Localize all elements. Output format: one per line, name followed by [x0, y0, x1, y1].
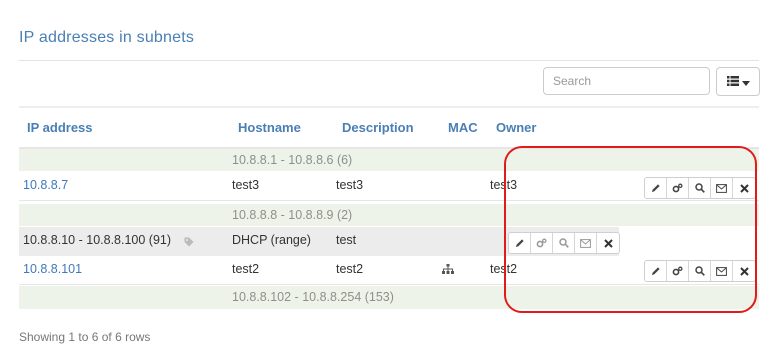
ip-address-link[interactable]: 10.8.8.7: [23, 178, 68, 192]
tag-icon: [184, 235, 194, 250]
pagination-info: Showing 1 to 6 of 6 rows: [19, 330, 151, 344]
free-range-label: 10.8.8.8 - 10.8.8.9 (2): [232, 208, 353, 222]
description-cell: test3: [336, 178, 364, 192]
caret-down-icon: [741, 74, 750, 89]
highlight-annotation: [504, 146, 757, 313]
header-mac[interactable]: MAC: [448, 120, 478, 135]
header-description[interactable]: Description: [342, 120, 414, 135]
ip-range-cell: 10.8.8.10 - 10.8.8.100 (91): [23, 233, 172, 247]
header-hostname[interactable]: Hostname: [238, 120, 301, 135]
hostname-cell: test3: [232, 178, 260, 192]
sitemap-icon: [442, 263, 454, 277]
header-ip[interactable]: IP address: [27, 120, 93, 135]
hostname-cell: test2: [232, 262, 260, 276]
table-top-border: [19, 106, 759, 108]
header-owner[interactable]: Owner: [496, 120, 536, 135]
list-icon: [726, 74, 739, 89]
description-cell: test: [336, 233, 357, 247]
description-cell: test2: [336, 262, 364, 276]
hostname-cell: DHCP (range): [232, 233, 311, 247]
title-divider: [19, 60, 759, 61]
columns-toggle-button[interactable]: [716, 67, 760, 96]
free-range-label: 10.8.8.1 - 10.8.8.6 (6): [232, 153, 353, 167]
search-input[interactable]: [543, 67, 710, 95]
page-title: IP addresses in subnets: [19, 29, 195, 46]
ip-address-link[interactable]: 10.8.8.101: [23, 262, 82, 276]
free-range-label: 10.8.8.102 - 10.8.8.254 (153): [232, 290, 394, 304]
